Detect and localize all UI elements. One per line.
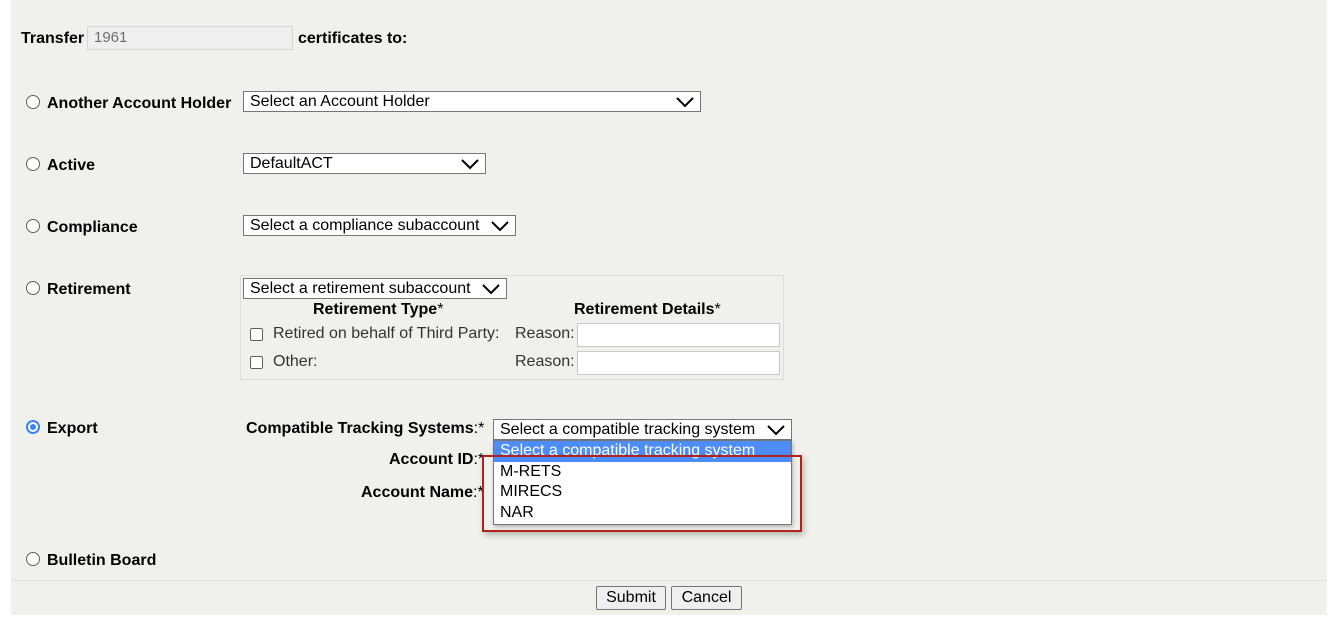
retirement-subaccount-select[interactable]: Select a retirement subaccount [243,278,507,299]
retirement-type-header-text: Retirement Type [313,301,438,318]
export-label: Export [47,420,98,437]
required-mark: * [714,301,721,318]
required-mark: :* [473,420,485,437]
active-select-value: DefaultACT [250,155,333,172]
annotation-highlight-box [482,455,802,532]
another-account-holder-radio[interactable] [26,95,40,109]
chevron-down-icon [767,425,785,436]
tracking-systems-label: Compatible Tracking Systems:* [246,420,484,438]
chevron-down-icon [461,159,479,170]
bulletin-board-label: Bulletin Board [47,552,157,569]
account-id-label: Account ID:* [389,451,484,469]
form-footer [11,580,1327,615]
third-party-checkbox[interactable] [250,328,263,341]
retirement-radio[interactable] [26,281,40,295]
third-party-reason-label: Reason: [515,325,575,342]
other-checkbox[interactable] [250,356,263,369]
compliance-label: Compliance [47,219,138,236]
chevron-down-icon [491,221,509,232]
retirement-details-header-text: Retirement Details [574,301,715,318]
retirement-details-header: Retirement Details* [574,301,721,319]
active-radio[interactable] [26,157,40,171]
transfer-quantity-field[interactable]: 1961 [87,26,293,50]
account-name-label: Account Name:* [361,484,484,502]
cancel-button[interactable]: Cancel [671,586,742,610]
active-subaccount-select[interactable]: DefaultACT [243,153,486,174]
another-account-holder-label: Another Account Holder [47,95,232,112]
compliance-subaccount-select[interactable]: Select a compliance subaccount [243,215,516,236]
account-holder-select-value: Select an Account Holder [250,93,430,110]
other-reason-input[interactable] [577,351,780,375]
submit-button[interactable]: Submit [596,586,666,610]
account-name-label-text: Account Name [361,484,474,501]
transfer-suffix-label: certificates to: [298,30,408,47]
account-holder-select[interactable]: Select an Account Holder [243,91,701,112]
third-party-label: Retired on behalf of Third Party: [273,325,500,342]
retirement-type-header: Retirement Type* [313,301,443,319]
other-reason-label: Reason: [515,353,575,370]
other-label: Other: [273,353,318,370]
third-party-reason-input[interactable] [577,323,780,347]
tracking-system-select-value: Select a compatible tracking system [500,421,756,438]
chevron-down-icon [676,97,694,108]
tracking-system-select[interactable]: Select a compatible tracking system [493,419,792,440]
compliance-select-value: Select a compliance subaccount [250,217,480,234]
retirement-select-value: Select a retirement subaccount [250,280,471,297]
required-mark: * [437,301,444,318]
tracking-systems-label-text: Compatible Tracking Systems [246,420,474,437]
account-id-label-text: Account ID [389,451,474,468]
export-radio[interactable] [26,420,40,434]
bulletin-board-radio[interactable] [26,552,40,566]
compliance-radio[interactable] [26,219,40,233]
chevron-down-icon [482,284,500,295]
transfer-label: Transfer [21,30,85,47]
retirement-label: Retirement [47,281,131,298]
active-label: Active [47,157,96,174]
